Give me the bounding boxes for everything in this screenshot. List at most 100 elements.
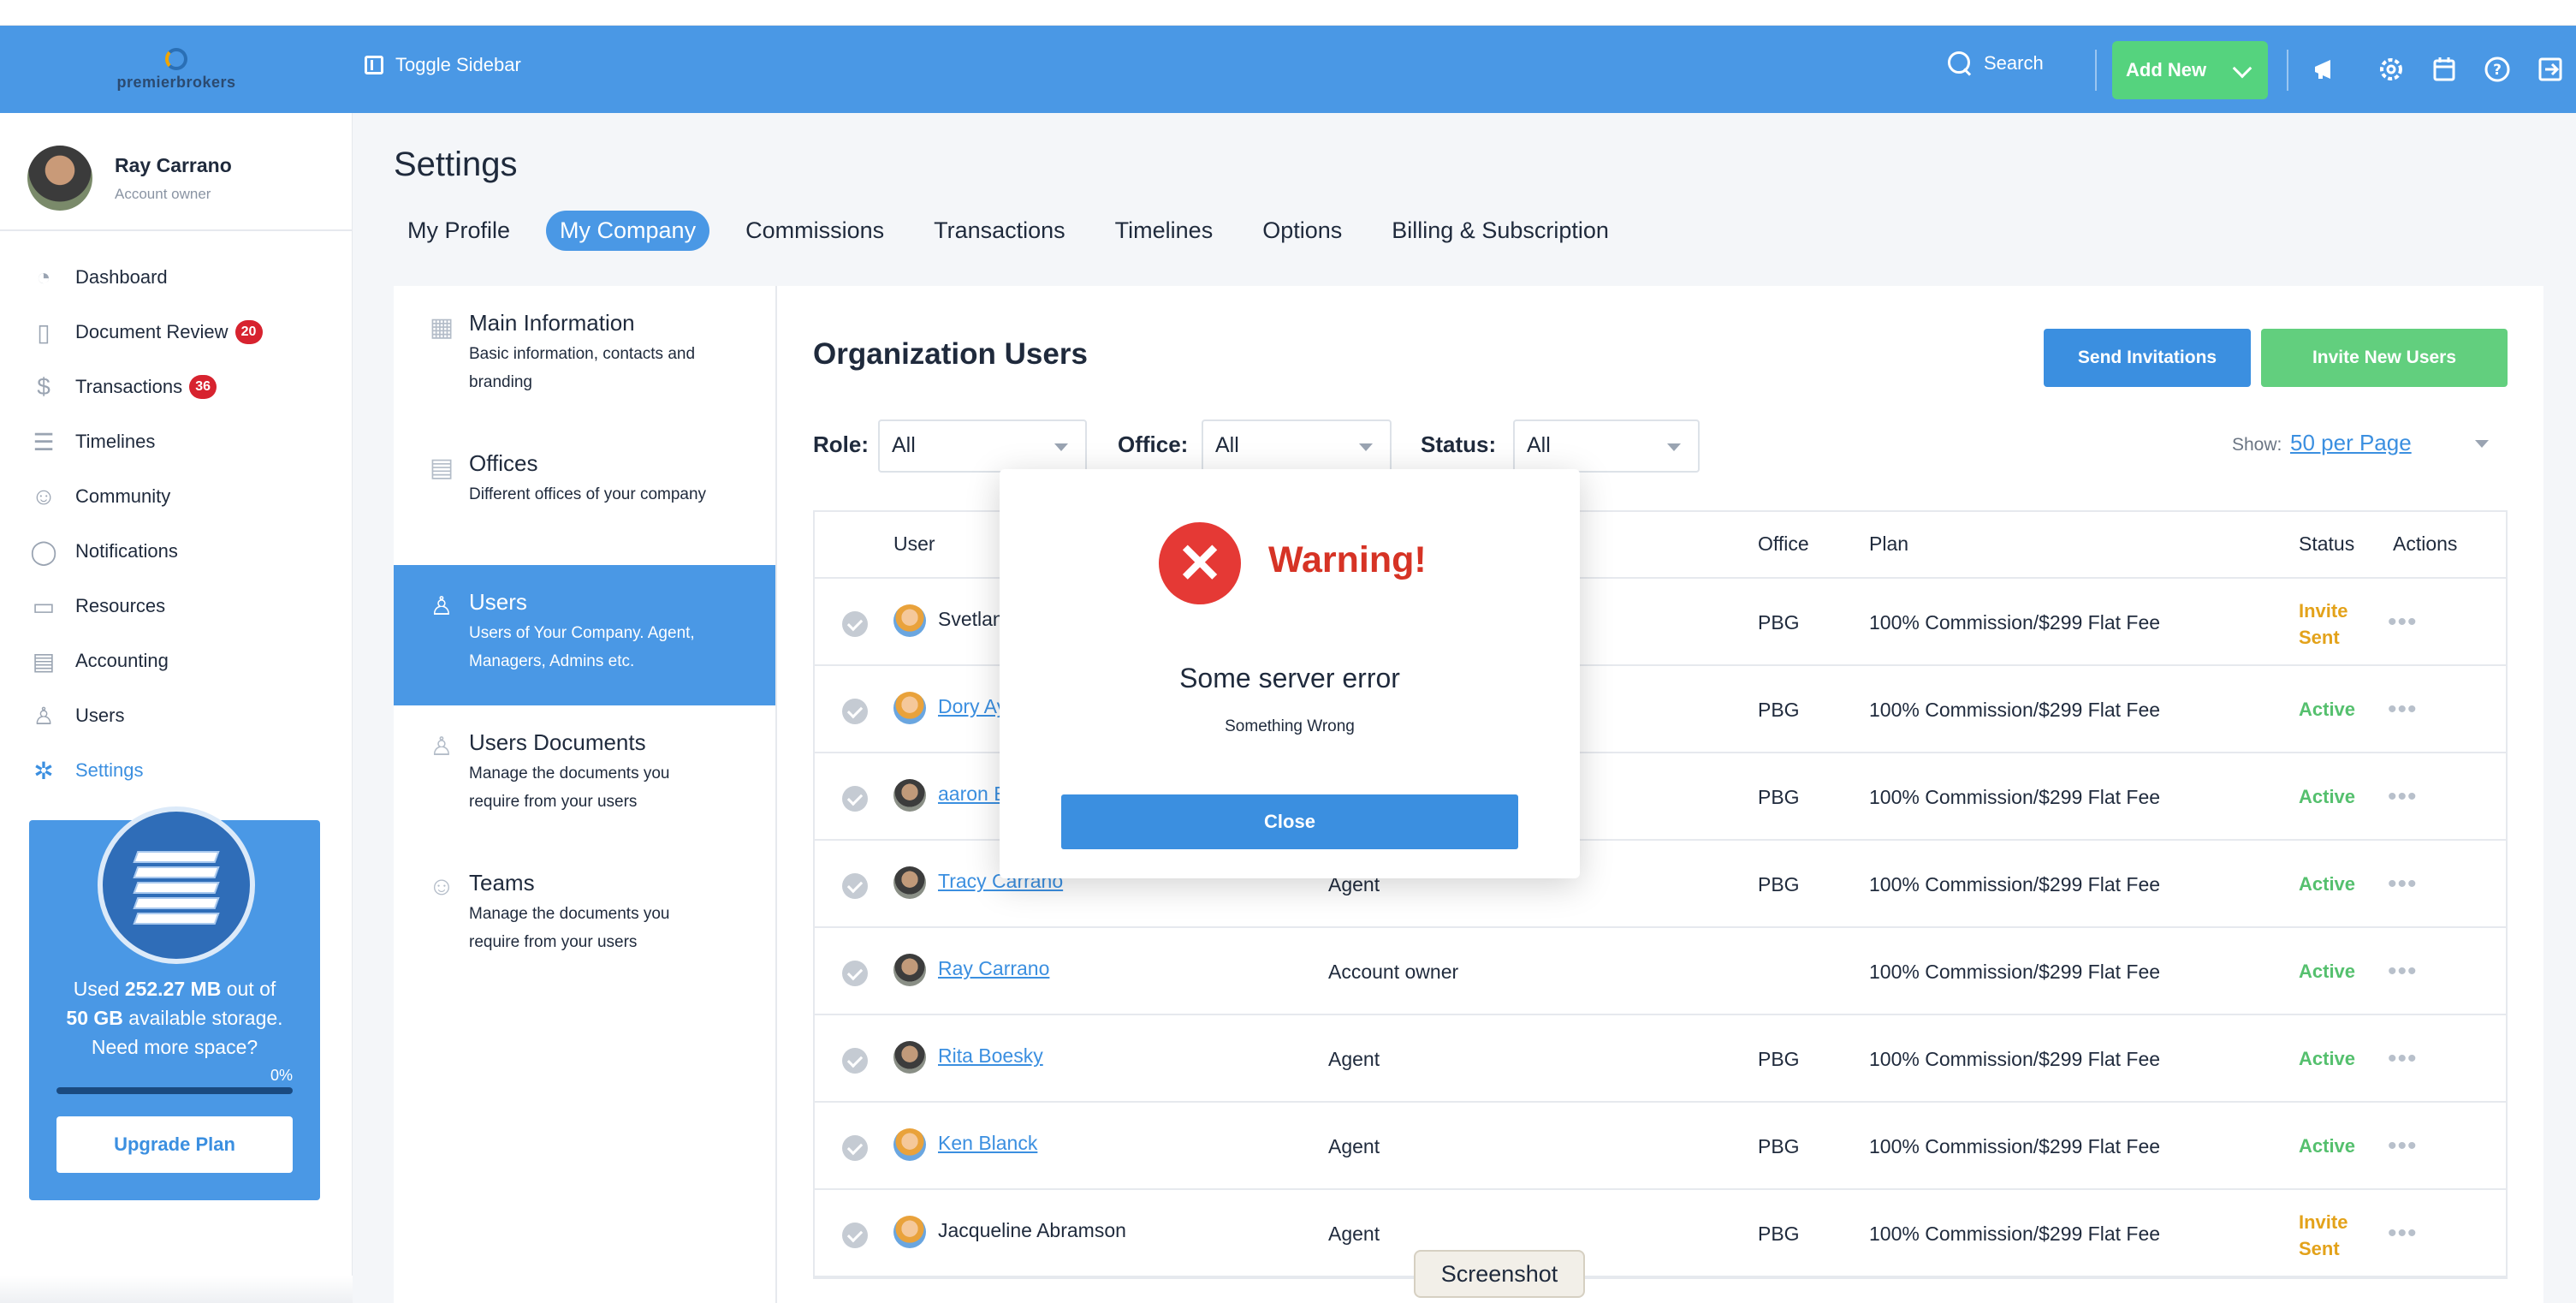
user-name-link[interactable]: aaron E bbox=[938, 782, 1007, 806]
upgrade-plan-button[interactable]: Upgrade Plan bbox=[56, 1116, 293, 1173]
browser-bookmarks-bar bbox=[0, 0, 2576, 26]
row-check-icon[interactable] bbox=[842, 611, 868, 637]
add-new-label: Add New bbox=[2126, 59, 2207, 80]
user-name-link[interactable]: Dory Ay bbox=[938, 695, 1006, 718]
row-check-icon[interactable] bbox=[842, 1048, 868, 1074]
status-filter-select[interactable]: All bbox=[1513, 419, 1700, 473]
table-row[interactable]: Ken Blanck Agent PBG 100% Commission/$299 F… bbox=[815, 1103, 2506, 1190]
user-plan: 100% Commission/$299 Flat Fee bbox=[1869, 699, 2161, 721]
page-size-label: Show: bbox=[2232, 435, 2282, 455]
sidebar-item-label: Document Review bbox=[75, 321, 229, 342]
row-check-icon[interactable] bbox=[842, 873, 868, 899]
more-actions-icon[interactable]: ••• bbox=[2388, 957, 2418, 986]
role-filter-select[interactable]: All bbox=[878, 419, 1087, 473]
settings-menu-users[interactable]: ♙ Users Users of Your Company. Agent, Man… bbox=[394, 565, 775, 705]
role-filter-label: Role: bbox=[813, 431, 869, 457]
settings-menu-title: Users bbox=[469, 589, 527, 615]
more-actions-icon[interactable]: ••• bbox=[2388, 870, 2418, 899]
user-name-link[interactable]: Jacqueline Abramson bbox=[938, 1219, 1126, 1242]
search-button[interactable]: Search bbox=[1948, 51, 2044, 75]
more-actions-icon[interactable]: ••• bbox=[2388, 695, 2418, 724]
status-badge: Active bbox=[2299, 873, 2356, 895]
megaphone-icon[interactable] bbox=[2311, 54, 2342, 85]
user-profile[interactable]: Ray Carrano Account owner bbox=[27, 146, 232, 211]
chat-icon: ◯ bbox=[30, 538, 57, 565]
help-icon[interactable]: ? bbox=[2482, 54, 2513, 85]
sidebar-item-timelines[interactable]: ☰ Timelines bbox=[27, 414, 335, 469]
tab-my-company[interactable]: My Company bbox=[546, 211, 710, 251]
tab-commissions[interactable]: Commissions bbox=[732, 211, 898, 251]
row-check-icon[interactable] bbox=[842, 786, 868, 812]
tab-transactions[interactable]: Transactions bbox=[920, 211, 1079, 251]
close-button[interactable]: Close bbox=[1061, 794, 1518, 849]
office-building-icon: ▤ bbox=[429, 453, 454, 482]
toggle-sidebar-button[interactable]: Toggle Sidebar bbox=[365, 54, 521, 76]
row-check-icon[interactable] bbox=[842, 1135, 868, 1161]
settings-menu-title: Users Documents bbox=[469, 729, 646, 755]
sidebar-item-dashboard[interactable]: ◔ Dashboard bbox=[27, 250, 335, 305]
tab-timelines[interactable]: Timelines bbox=[1101, 211, 1227, 251]
sidebar-item-community[interactable]: ☺ Community bbox=[27, 469, 335, 524]
dialog-submessage: Something Wrong bbox=[1225, 717, 1355, 735]
status-badge: Active bbox=[2299, 961, 2356, 982]
sidebar-item-resources[interactable]: ▭ Resources bbox=[27, 579, 335, 634]
user-name-link[interactable]: Svetlan bbox=[938, 608, 1004, 631]
table-row[interactable]: Jacqueline Abramson Agent PBG 100% Commissi… bbox=[815, 1190, 2506, 1277]
office-filter-select[interactable]: All bbox=[1202, 419, 1392, 473]
top-navbar: premierbrokers Toggle Sidebar Search Add… bbox=[0, 26, 2576, 113]
sidebar-item-users[interactable]: ♙ Users bbox=[27, 688, 335, 743]
more-actions-icon[interactable]: ••• bbox=[2388, 1044, 2418, 1074]
document-icon: ▯ bbox=[37, 318, 50, 346]
sidebar-item-notifications[interactable]: ◯ Notifications bbox=[27, 524, 335, 579]
avatar bbox=[893, 604, 926, 637]
tab-my-profile[interactable]: My Profile bbox=[394, 211, 524, 251]
column-header-plan[interactable]: Plan bbox=[1869, 533, 1908, 556]
calendar-icon[interactable] bbox=[2429, 54, 2460, 85]
column-header-user[interactable]: User bbox=[893, 533, 935, 556]
profile-name: Ray Carrano bbox=[115, 153, 232, 176]
user-icon: ♙ bbox=[430, 592, 454, 621]
status-badge: Active bbox=[2299, 699, 2356, 720]
more-actions-icon[interactable]: ••• bbox=[2388, 1132, 2418, 1161]
user-name-link[interactable]: Ken Blanck bbox=[938, 1132, 1037, 1155]
sidebar-item-accounting[interactable]: ▤ Accounting bbox=[27, 634, 335, 688]
company-logo[interactable]: premierbrokers bbox=[0, 26, 353, 113]
invite-new-users-button[interactable]: Invite New Users bbox=[2261, 329, 2508, 387]
more-actions-icon[interactable]: ••• bbox=[2388, 1219, 2418, 1248]
add-new-button[interactable]: Add New bbox=[2112, 41, 2268, 99]
section-title: Organization Users bbox=[813, 337, 1088, 371]
settings-menu-main-information[interactable]: ▦ Main Information Basic information, co… bbox=[394, 286, 775, 426]
column-header-office[interactable]: Office bbox=[1758, 533, 1809, 556]
tab-billing-subscription[interactable]: Billing & Subscription bbox=[1378, 211, 1623, 251]
tab-options[interactable]: Options bbox=[1249, 211, 1356, 251]
user-name-link[interactable]: Rita Boesky bbox=[938, 1044, 1043, 1068]
page-size-select[interactable]: 50 per Page bbox=[2290, 430, 2412, 456]
folder-icon: ▭ bbox=[32, 592, 56, 620]
more-actions-icon[interactable]: ••• bbox=[2388, 782, 2418, 812]
settings-menu-desc: Manage the documents you require from you… bbox=[469, 905, 670, 951]
sidebar-item-label: Notifications bbox=[75, 540, 178, 562]
sidebar-item-settings[interactable]: ✲ Settings bbox=[27, 743, 335, 798]
user-name-link[interactable]: Ray Carrano bbox=[938, 957, 1049, 980]
sidebar-item-transactions[interactable]: $ Transactions 36 bbox=[27, 360, 335, 414]
logout-icon[interactable] bbox=[2535, 54, 2566, 85]
caret-down-icon[interactable] bbox=[2475, 440, 2489, 448]
settings-menu-teams[interactable]: ☺ Teams Manage the documents you require … bbox=[394, 846, 775, 986]
table-row[interactable]: Rita Boesky Agent PBG 100% Commission/$299 … bbox=[815, 1015, 2506, 1103]
settings-menu-users-documents[interactable]: ♙ Users Documents Manage the documents y… bbox=[394, 705, 775, 846]
send-invitations-button[interactable]: Send Invitations bbox=[2044, 329, 2251, 387]
column-header-status[interactable]: Status bbox=[2299, 533, 2354, 556]
row-check-icon[interactable] bbox=[842, 699, 868, 724]
more-actions-icon[interactable]: ••• bbox=[2388, 608, 2418, 637]
sidebar-item-label: Community bbox=[75, 485, 171, 507]
row-check-icon[interactable] bbox=[842, 1223, 868, 1248]
settings-menu-offices[interactable]: ▤ Offices Different offices of your comp… bbox=[394, 426, 775, 565]
sidebar-item-document-review[interactable]: ▯ Document Review 20 bbox=[27, 305, 335, 360]
row-check-icon[interactable] bbox=[842, 961, 868, 986]
people-icon: ☺ bbox=[31, 483, 56, 509]
user-role: Account owner bbox=[1328, 961, 1459, 983]
search-label: Search bbox=[1984, 52, 2044, 74]
gear-icon[interactable] bbox=[2376, 54, 2407, 85]
table-row[interactable]: Ray Carrano Account owner 100% Commission/… bbox=[815, 928, 2506, 1015]
office-filter-label: Office: bbox=[1118, 431, 1189, 457]
